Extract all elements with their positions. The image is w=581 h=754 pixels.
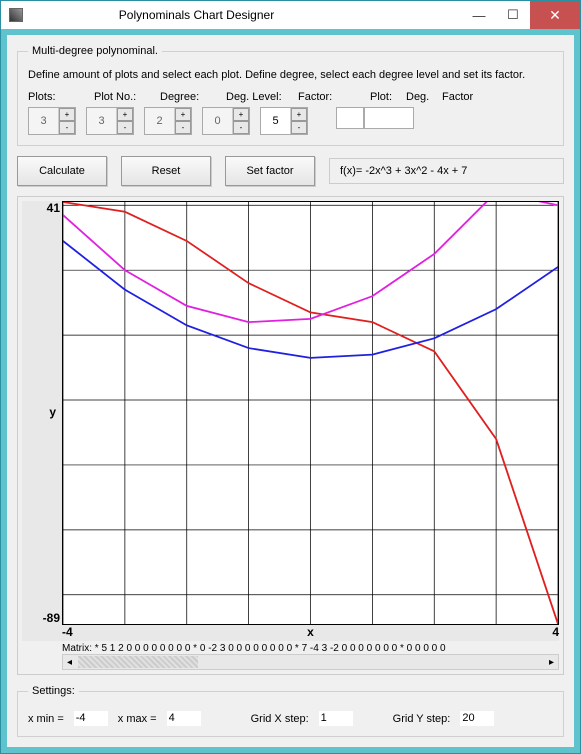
- polynomial-desc: Define amount of plots and select each p…: [28, 69, 553, 81]
- label-plotno: Plot No.:: [94, 91, 160, 103]
- reset-button[interactable]: Reset: [121, 156, 211, 186]
- deglevel-up[interactable]: +: [233, 108, 249, 121]
- polynomial-group: Multi-degree polynominal. Define amount …: [17, 45, 564, 146]
- xmin-label: x min =: [28, 713, 64, 725]
- deglevel-value: 0: [203, 108, 233, 134]
- settings-group: Settings: x min = x max = Grid X step: G…: [17, 685, 564, 737]
- degree-spinner: 2 +-: [144, 107, 192, 135]
- plotno-value: 3: [87, 108, 117, 134]
- gridx-input[interactable]: [319, 711, 353, 726]
- factor-value[interactable]: 5: [261, 108, 291, 134]
- plots-value: 3: [29, 108, 59, 134]
- gridy-input[interactable]: [460, 711, 494, 726]
- x-min: -4: [62, 625, 73, 639]
- x-label: x: [307, 625, 314, 639]
- polynomial-legend: Multi-degree polynominal.: [28, 45, 162, 57]
- deg-factor-display: [364, 107, 414, 129]
- setfactor-button[interactable]: Set factor: [225, 156, 315, 186]
- gridx-label: Grid X step:: [251, 713, 309, 725]
- window-title: Polynominals Chart Designer: [31, 8, 462, 22]
- factor-down[interactable]: -: [291, 121, 307, 134]
- factor-up[interactable]: +: [291, 108, 307, 121]
- label-fact: Factor: [442, 91, 482, 103]
- label-degree: Degree:: [160, 91, 226, 103]
- matrix-readout: Matrix: * 5 1 2 0 0 0 0 0 0 0 0 * 0 -2 3…: [22, 641, 559, 654]
- app-window: Polynominals Chart Designer — ☐ ✕ Multi-…: [0, 0, 581, 754]
- degree-value: 2: [145, 108, 175, 134]
- plotno-spinner: 3 +-: [86, 107, 134, 135]
- app-icon: [9, 8, 23, 22]
- titlebar: Polynominals Chart Designer — ☐ ✕: [1, 1, 580, 29]
- plots-down[interactable]: -: [59, 121, 75, 134]
- plotno-down[interactable]: -: [117, 121, 133, 134]
- client-area: Multi-degree polynominal. Define amount …: [7, 35, 574, 747]
- close-button[interactable]: ✕: [530, 1, 580, 29]
- plot-svg: [63, 202, 558, 624]
- label-plots: Plots:: [28, 91, 94, 103]
- plots-spinner: 3 +-: [28, 107, 76, 135]
- label-deg: Deg.: [406, 91, 442, 103]
- deglevel-spinner: 0 +-: [202, 107, 250, 135]
- y-label: y: [49, 405, 56, 419]
- y-max: 41: [47, 201, 60, 215]
- xmax-label: x max =: [118, 713, 157, 725]
- label-plot: Plot:: [370, 91, 406, 103]
- deglevel-down[interactable]: -: [233, 121, 249, 134]
- factor-spinner: 5 +-: [260, 107, 308, 135]
- y-min: -89: [43, 611, 60, 625]
- plots-up[interactable]: +: [59, 108, 75, 121]
- label-factor: Factor:: [298, 91, 370, 103]
- chart-panel: 41 y -89 -4 x 4 Matrix: * 5 1 2 0 0 0 0 …: [17, 196, 564, 675]
- settings-legend: Settings:: [28, 685, 79, 697]
- xmax-input[interactable]: [167, 711, 201, 726]
- degree-down[interactable]: -: [175, 121, 191, 134]
- plot-display: [336, 107, 364, 129]
- xmin-input[interactable]: [74, 711, 108, 726]
- degree-up[interactable]: +: [175, 108, 191, 121]
- label-deglevel: Deg. Level:: [226, 91, 298, 103]
- calculate-button[interactable]: Calculate: [17, 156, 107, 186]
- scroll-right-icon[interactable]: ▸: [545, 657, 558, 668]
- x-max: 4: [552, 625, 559, 639]
- plot-area: [62, 201, 559, 625]
- minimize-button[interactable]: —: [462, 1, 496, 29]
- formula-display: f(x)= -2x^3 + 3x^2 - 4x + 7: [329, 158, 564, 184]
- x-axis: -4 x 4: [22, 625, 559, 641]
- scroll-thumb[interactable]: [78, 656, 198, 668]
- maximize-button[interactable]: ☐: [496, 1, 530, 29]
- matrix-scrollbar[interactable]: ◂ ▸: [62, 654, 559, 670]
- scroll-left-icon[interactable]: ◂: [63, 657, 76, 668]
- y-axis: 41 y -89: [22, 201, 62, 625]
- button-row: Calculate Reset Set factor f(x)= -2x^3 +…: [17, 156, 564, 186]
- gridy-label: Grid Y step:: [393, 713, 451, 725]
- plotno-up[interactable]: +: [117, 108, 133, 121]
